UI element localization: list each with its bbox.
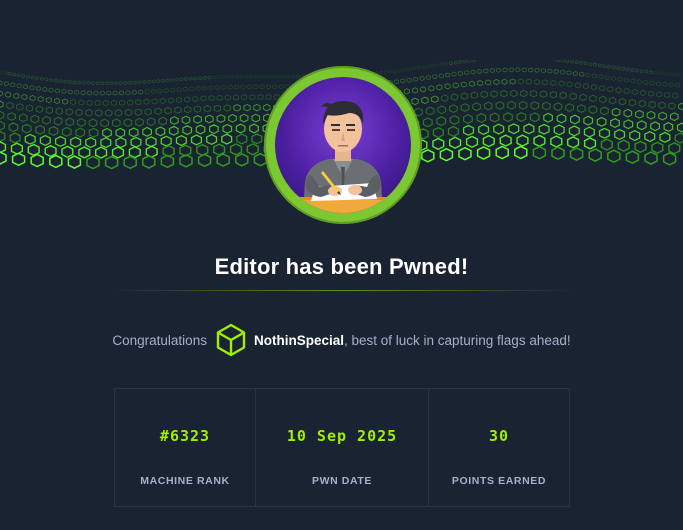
congrats-text: NothinSpecial, best of luck in capturing… — [254, 333, 571, 348]
stat-value: #6323 — [159, 427, 211, 445]
cube-icon — [216, 323, 246, 357]
stat-value: 10 Sep 2025 — [286, 427, 398, 445]
congrats-message: Congratulations NothinSpecial, best of l… — [0, 322, 683, 358]
page-title: Editor has been Pwned! — [214, 254, 469, 279]
stat-points-earned: 30 POINTS EARNED — [428, 389, 569, 506]
man-writing-icon — [275, 101, 411, 213]
stat-value: 30 — [488, 427, 510, 445]
stat-label: MACHINE RANK — [140, 475, 230, 487]
title-divider — [110, 290, 576, 291]
stats-panel: #6323 MACHINE RANK 10 Sep 2025 PWN DATE … — [114, 388, 570, 507]
stat-machine-rank: #6323 MACHINE RANK — [115, 389, 255, 506]
congrats-suffix: , best of luck in capturing flags ahead! — [343, 332, 571, 348]
machine-avatar — [264, 66, 422, 224]
stat-label: POINTS EARNED — [451, 475, 547, 487]
machine-avatar-image — [275, 77, 411, 213]
stat-label: PWN DATE — [311, 475, 373, 487]
congrats-prefix: Congratulations — [112, 332, 207, 348]
stat-pwn-date: 10 Sep 2025 PWN DATE — [255, 389, 428, 506]
username[interactable]: NothinSpecial — [254, 333, 344, 348]
